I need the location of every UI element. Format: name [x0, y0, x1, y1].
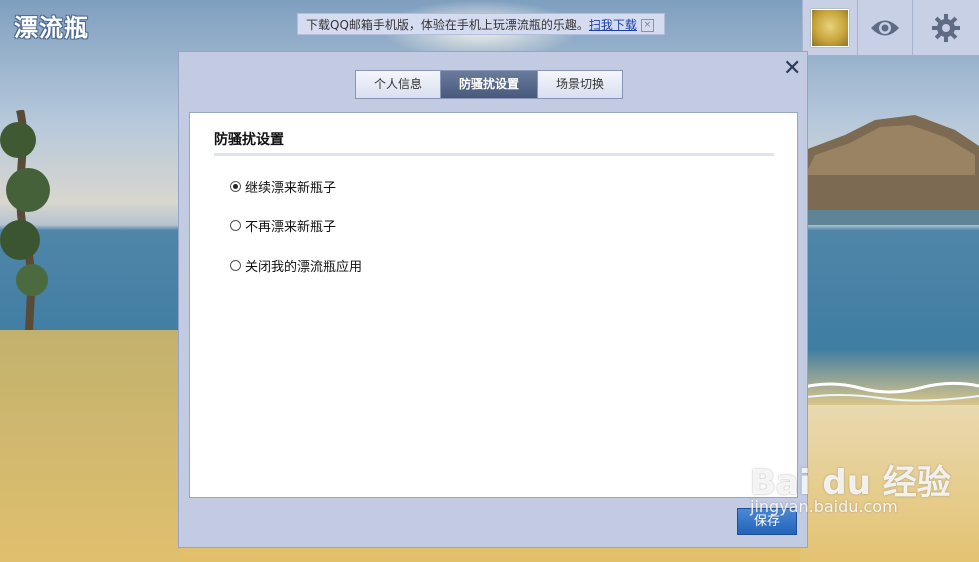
option-label: 继续漂来新瓶子	[245, 181, 337, 196]
waves-illustration	[800, 381, 979, 402]
section-divider	[214, 153, 774, 156]
tab-anti-harassment[interactable]: 防骚扰设置	[440, 70, 539, 99]
view-button[interactable]	[857, 0, 912, 55]
option-label: 不再漂来新瓶子	[245, 220, 337, 235]
settings-dialog: ✕ 个人信息 防骚扰设置 场景切换 防骚扰设置 继续漂来新瓶子 不再漂来新瓶子 …	[178, 51, 808, 548]
app-logo[interactable]: 漂流瓶	[14, 8, 89, 43]
close-icon[interactable]: ✕	[783, 58, 801, 80]
avatar-button[interactable]	[802, 0, 857, 55]
radio-close-app[interactable]	[230, 260, 241, 271]
option-label: 关闭我的漂流瓶应用	[245, 260, 363, 275]
promo-download-link[interactable]: 扫我下载	[589, 18, 637, 32]
settings-panel: 防骚扰设置 继续漂来新瓶子 不再漂来新瓶子 关闭我的漂流瓶应用	[189, 112, 798, 498]
option-continue-bottles[interactable]: 继续漂来新瓶子	[230, 177, 336, 196]
promo-text: 下载QQ邮箱手机版，体验在手机上玩漂流瓶的乐趣。	[306, 18, 589, 32]
option-stop-bottles[interactable]: 不再漂来新瓶子	[230, 216, 336, 235]
watermark-url: jingyan.baidu.com	[750, 497, 898, 516]
radio-stop[interactable]	[230, 220, 241, 231]
watermark: Bai du 经验 jingyan.baidu.com	[750, 455, 951, 516]
option-close-app[interactable]: 关闭我的漂流瓶应用	[230, 256, 362, 275]
tab-scene-switch[interactable]: 场景切换	[537, 70, 624, 99]
promo-close-icon[interactable]: ×	[640, 19, 654, 32]
tab-bar: 个人信息 防骚扰设置 场景切换	[355, 70, 624, 99]
mountain-illustration	[805, 115, 979, 225]
tab-personal-info[interactable]: 个人信息	[355, 70, 442, 99]
settings-button[interactable]	[912, 0, 979, 55]
radio-continue[interactable]	[230, 181, 241, 192]
left-beach	[0, 330, 180, 562]
eye-icon	[871, 20, 899, 35]
section-title: 防骚扰设置	[214, 132, 284, 148]
promo-banner: 下载QQ邮箱手机版，体验在手机上玩漂流瓶的乐趣。扫我下载 ×	[297, 13, 665, 35]
gear-icon	[932, 13, 960, 42]
avatar	[811, 8, 849, 47]
